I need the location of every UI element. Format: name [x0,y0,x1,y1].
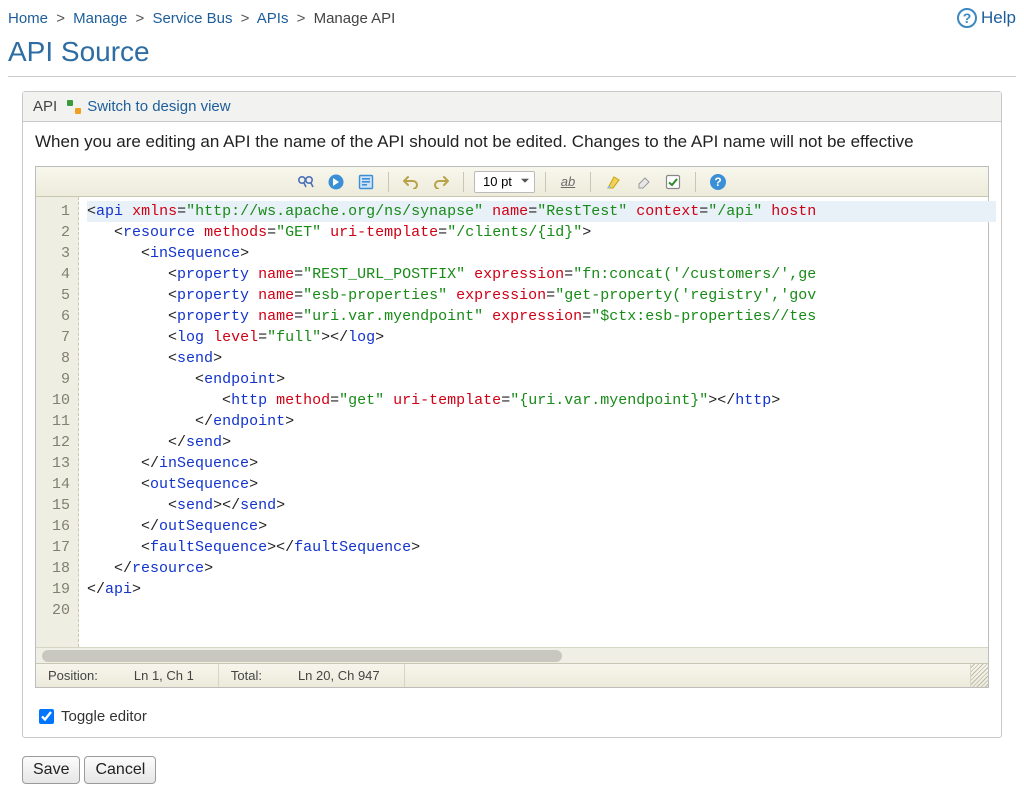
erase-icon[interactable] [631,171,655,193]
highlight-ab-icon[interactable]: ab [556,171,580,193]
crumb-manage[interactable]: Manage [73,10,127,27]
editor-frame: 8 pt9 pt10 pt11 pt12 pt14 pt ab [35,166,989,688]
api-panel: API Switch to design view When you are e… [22,91,1002,738]
validate-icon[interactable] [661,171,685,193]
help-label: Help [981,8,1016,28]
crumb-service-bus[interactable]: Service Bus [152,10,232,27]
editor-status-bar: Position: Ln 1, Ch 1 Total: Ln 20, Ch 94… [36,663,988,687]
code-content[interactable]: <api xmlns="http://ws.apache.org/ns/syna… [79,197,996,647]
cancel-button[interactable]: Cancel [84,756,156,784]
switch-to-design-view[interactable]: Switch to design view [67,98,230,115]
save-button[interactable]: Save [22,756,80,784]
scrollbar-thumb[interactable] [42,650,562,662]
format-icon[interactable] [601,171,625,193]
toolbar-separator [590,172,591,192]
font-size-select[interactable]: 8 pt9 pt10 pt11 pt12 pt14 pt [474,171,535,193]
undo-icon[interactable] [399,171,423,193]
find-icon[interactable] [294,171,318,193]
help-icon: ? [957,8,977,28]
breadcrumb: Home > Manage > Service Bus > APIs > Man… [8,10,395,27]
switch-to-design-view-label: Switch to design view [87,98,230,115]
toolbar-separator [463,172,464,192]
goto-icon[interactable] [324,171,348,193]
line-number-gutter: 1234567891011121314151617181920 [36,197,79,647]
page-title: API Source [8,36,1016,70]
crumb-current: Manage API [314,10,396,27]
toolbar-separator [695,172,696,192]
crumb-apis[interactable]: APIs [257,10,289,27]
position-value: Ln 1, Ch 1 [134,668,194,683]
toolbar-separator [388,172,389,192]
panel-tab-label: API [33,98,57,115]
editor-toolbar: 8 pt9 pt10 pt11 pt12 pt14 pt ab [36,167,988,197]
toggle-editor-checkbox[interactable] [39,709,54,724]
toggle-editor-label: Toggle editor [61,708,147,725]
code-editor[interactable]: 1234567891011121314151617181920 <api xml… [36,197,996,647]
resize-grip-icon[interactable] [970,664,988,687]
toolbar-help-icon[interactable]: ? [706,171,730,193]
svg-text:?: ? [714,175,721,189]
help-link[interactable]: ? Help [957,8,1016,28]
position-label: Position: [48,668,98,683]
title-divider [8,76,1016,77]
total-value: Ln 20, Ch 947 [298,668,380,683]
design-view-icon [67,100,81,114]
select-all-icon[interactable] [354,171,378,193]
panel-header: API Switch to design view [23,92,1001,122]
edit-warning-note: When you are editing an API the name of … [23,122,1001,166]
toolbar-separator [545,172,546,192]
total-label: Total: [231,668,262,683]
crumb-home[interactable]: Home [8,10,48,27]
horizontal-scrollbar[interactable] [36,647,988,663]
redo-icon[interactable] [429,171,453,193]
